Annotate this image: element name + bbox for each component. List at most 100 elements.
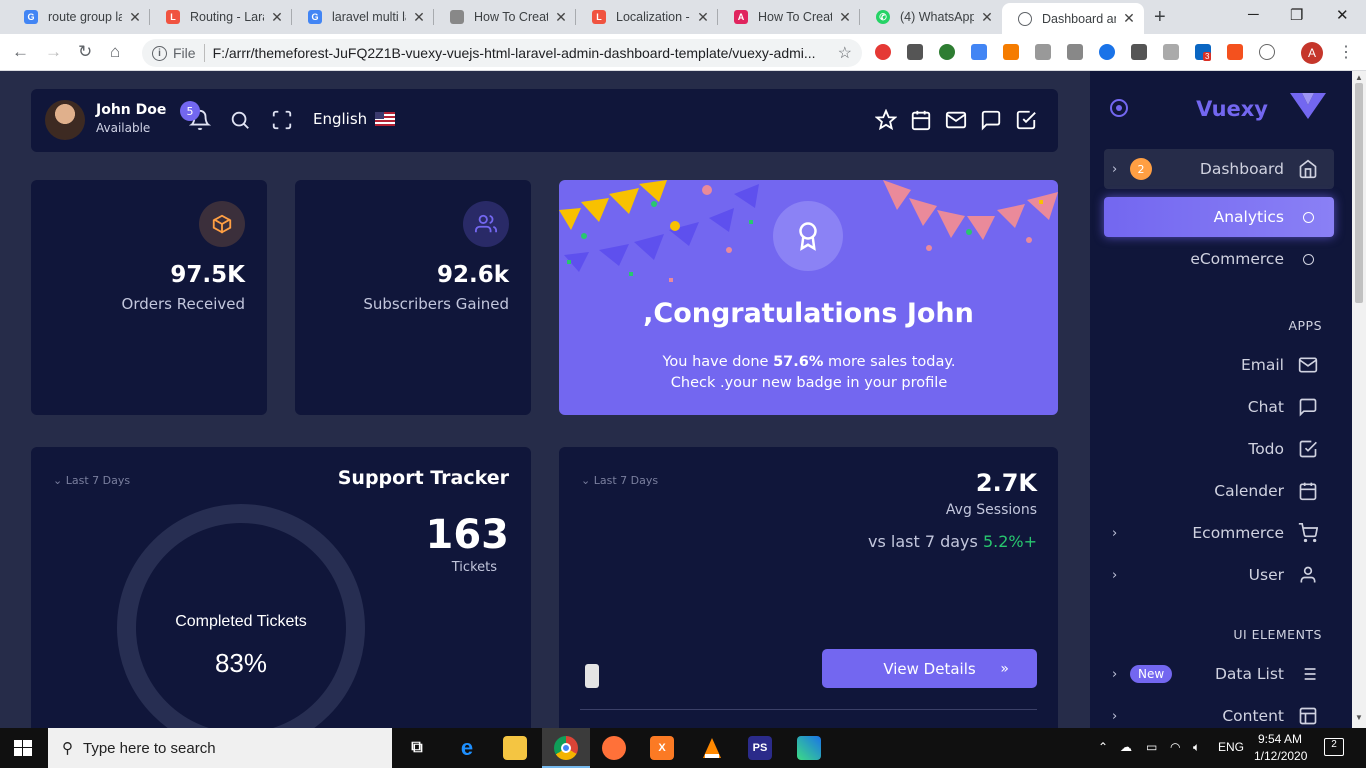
period-dropdown[interactable]: ⌄ Last 7 Days bbox=[53, 474, 130, 487]
phpstorm-icon[interactable]: PS bbox=[748, 736, 772, 760]
app-icon[interactable] bbox=[797, 736, 821, 760]
sidebar-item-data-list[interactable]: › New Data List bbox=[1104, 654, 1334, 694]
period-dropdown[interactable]: ⌄ Last 7 Days bbox=[581, 474, 658, 487]
extension-icon[interactable] bbox=[1131, 44, 1147, 60]
maximize-button[interactable]: ❐ bbox=[1290, 6, 1303, 24]
check-square-icon[interactable] bbox=[1015, 109, 1037, 131]
new-tab-button[interactable]: + bbox=[1154, 6, 1166, 29]
page-icon bbox=[450, 10, 464, 24]
browser-tab[interactable]: Groute group la ✕ bbox=[8, 3, 150, 31]
linkedin-icon[interactable]: 3 bbox=[1195, 44, 1212, 61]
taskbar-search-input[interactable]: ⚲ Type here to search bbox=[48, 728, 392, 768]
close-icon[interactable]: ✕ bbox=[980, 9, 994, 26]
browser-tab[interactable]: LLocalization - L✕ bbox=[576, 3, 718, 31]
mail-icon[interactable] bbox=[945, 109, 967, 131]
bookmark-star-icon[interactable]: ☆ bbox=[838, 43, 852, 63]
page-scrollbar[interactable]: ▲ ▼ bbox=[1352, 71, 1366, 728]
volume-icon[interactable]: 🔈︎ bbox=[1193, 740, 1200, 755]
search-icon[interactable] bbox=[229, 109, 251, 131]
chevron-right-icon: › bbox=[1112, 708, 1118, 724]
extension-icon[interactable] bbox=[1099, 44, 1115, 60]
language-indicator[interactable]: ENG bbox=[1218, 740, 1244, 754]
close-icon[interactable]: ✕ bbox=[1122, 10, 1136, 27]
sidebar-item-ecommerce[interactable]: › Ecommerce bbox=[1104, 513, 1334, 553]
sidebar-item-analytics[interactable]: Analytics bbox=[1104, 197, 1334, 237]
chevron-right-icon: › bbox=[1112, 567, 1118, 583]
sidebar-toggle-icon[interactable] bbox=[1110, 99, 1128, 117]
browser-tab[interactable]: AHow To Create✕ bbox=[718, 3, 860, 31]
chrome-icon[interactable] bbox=[554, 736, 578, 760]
close-window-button[interactable]: ✕ bbox=[1336, 6, 1349, 24]
calendar-icon[interactable] bbox=[910, 109, 932, 131]
browser-tab[interactable]: L Routing - Lara ✕ bbox=[150, 3, 292, 31]
battery-icon[interactable]: ▭ bbox=[1146, 740, 1157, 754]
close-icon[interactable]: ✕ bbox=[554, 9, 568, 26]
extension-icon[interactable] bbox=[875, 44, 891, 60]
browser-tab[interactable]: ✆ (4) WhatsApp ✕ bbox=[860, 3, 1002, 31]
extension-icon[interactable] bbox=[1227, 44, 1243, 60]
view-details-button[interactable]: View Details» bbox=[822, 649, 1037, 688]
browser-tab-active[interactable]: Dashboard an ✕ bbox=[1002, 3, 1144, 34]
edge-icon[interactable]: e bbox=[455, 735, 479, 760]
close-icon[interactable]: ✕ bbox=[696, 9, 710, 26]
address-bar[interactable]: i File F:/arrr/themeforest-JuFQ2Z1B-vuex… bbox=[142, 39, 862, 67]
file-explorer-icon[interactable] bbox=[503, 736, 527, 760]
minimize-button[interactable]: ─ bbox=[1248, 6, 1259, 23]
avatar[interactable] bbox=[45, 100, 85, 140]
sidebar-item-ecommerce-dashboard[interactable]: eCommerce bbox=[1104, 239, 1334, 279]
congratulations-text: You have done 57.6% more sales today. Ch… bbox=[662, 354, 956, 391]
rss-icon[interactable] bbox=[1003, 44, 1019, 60]
wifi-icon[interactable]: ◠ bbox=[1170, 740, 1180, 754]
forward-icon[interactable]: → bbox=[45, 42, 62, 62]
sidebar-item-todo[interactable]: Todo bbox=[1104, 429, 1334, 469]
close-icon[interactable]: ✕ bbox=[838, 9, 852, 26]
extension-icon[interactable] bbox=[1259, 44, 1275, 60]
chat-icon[interactable] bbox=[980, 109, 1002, 131]
windows-start-icon[interactable] bbox=[14, 740, 32, 756]
sidebar-item-calender[interactable]: Calender bbox=[1104, 471, 1334, 511]
fullscreen-icon[interactable] bbox=[271, 109, 293, 131]
vlc-icon[interactable] bbox=[700, 736, 724, 760]
sidebar-item-dashboard[interactable]: › 2 Dashboard bbox=[1104, 149, 1334, 189]
browser-tab[interactable]: How To Create✕ bbox=[434, 3, 576, 31]
sessions-value: 2.7K bbox=[975, 469, 1037, 497]
sidebar-item-email[interactable]: Email bbox=[1104, 345, 1334, 385]
more-menu-icon[interactable]: ⋮ bbox=[1338, 42, 1354, 62]
layout-icon bbox=[1298, 706, 1318, 726]
dashboard-badge: 2 bbox=[1130, 158, 1152, 180]
notification-center-icon[interactable]: 2 bbox=[1324, 738, 1344, 756]
back-icon[interactable]: ← bbox=[12, 42, 29, 62]
whatsapp-icon: ✆ bbox=[876, 10, 890, 24]
taskbar-clock[interactable]: 9:54 AM 1/12/2020 bbox=[1254, 731, 1307, 765]
sidebar-item-chat[interactable]: Chat bbox=[1104, 387, 1334, 427]
sidebar-item-user[interactable]: › User bbox=[1104, 555, 1334, 595]
reload-icon[interactable]: ↻ bbox=[78, 42, 92, 62]
extension-icon[interactable] bbox=[1163, 44, 1179, 60]
task-view-icon[interactable]: ⧉ bbox=[405, 736, 429, 760]
close-icon[interactable]: ✕ bbox=[270, 9, 284, 26]
orders-card: 97.5K Orders Received bbox=[31, 180, 267, 415]
camera-icon[interactable] bbox=[1035, 44, 1051, 60]
star-icon[interactable] bbox=[874, 108, 898, 131]
scroll-up-icon[interactable]: ▲ bbox=[1355, 73, 1363, 82]
home-icon[interactable]: ⌂ bbox=[110, 42, 120, 62]
scroll-down-icon[interactable]: ▼ bbox=[1355, 713, 1363, 722]
scrollbar-thumb[interactable] bbox=[1355, 83, 1363, 303]
extension-icon[interactable] bbox=[939, 44, 955, 60]
language-selector[interactable]: English bbox=[313, 110, 396, 128]
close-icon[interactable]: ✕ bbox=[412, 9, 426, 26]
congratulations-title: ,Congratulations John bbox=[643, 298, 974, 329]
info-icon[interactable]: i bbox=[152, 45, 167, 61]
translate-icon[interactable] bbox=[971, 44, 987, 60]
laravel-icon: L bbox=[592, 10, 606, 24]
dropbox-icon[interactable] bbox=[1067, 44, 1083, 60]
profile-avatar[interactable]: A bbox=[1301, 42, 1323, 64]
close-icon[interactable]: ✕ bbox=[128, 9, 142, 26]
xampp-icon[interactable]: X bbox=[650, 736, 674, 760]
firefox-icon[interactable] bbox=[602, 736, 626, 760]
url-text[interactable]: F:/arrr/themeforest-JuFQ2Z1B-vuexy-vuejs… bbox=[213, 45, 830, 61]
dropper-icon[interactable] bbox=[907, 44, 923, 60]
chevron-up-icon[interactable]: ⌃ bbox=[1098, 740, 1108, 754]
browser-tab[interactable]: Glaravel multi la ✕ bbox=[292, 3, 434, 31]
cloud-icon[interactable]: ☁ bbox=[1120, 740, 1132, 754]
